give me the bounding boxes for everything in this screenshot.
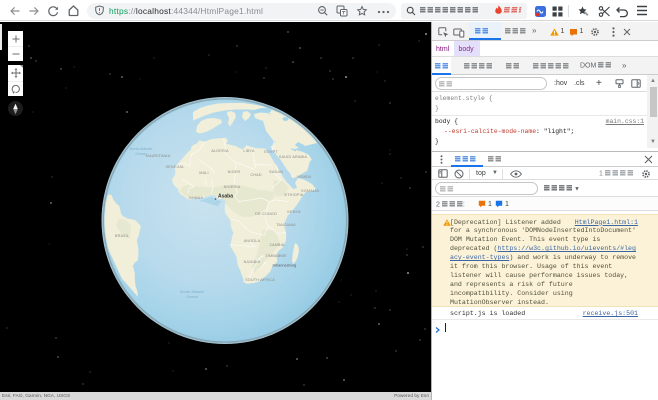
svg-text:MALI: MALI — [199, 171, 208, 175]
svg-text:Ocean: Ocean — [186, 294, 199, 299]
svg-text:ANGOLA: ANGOLA — [244, 239, 261, 243]
svg-text:North Atlantic: North Atlantic — [130, 147, 153, 151]
svg-text:TANZANIA: TANZANIA — [276, 223, 296, 227]
svg-text:MAURITANIA: MAURITANIA — [146, 154, 171, 158]
svg-text:Ocean: Ocean — [135, 152, 146, 156]
svg-text:SENEGAL: SENEGAL — [166, 165, 185, 169]
svg-text:SAUDI ARABIA: SAUDI ARABIA — [279, 155, 307, 159]
svg-text:BRAZIL: BRAZIL — [115, 234, 129, 238]
svg-text:SOUTH AFRICA: SOUTH AFRICA — [245, 278, 275, 282]
svg-text:EGYPT: EGYPT — [264, 150, 278, 154]
svg-text:SOMALIA: SOMALIA — [301, 189, 319, 193]
svg-text:LIBYA: LIBYA — [243, 149, 255, 153]
svg-text:NIGERIA: NIGERIA — [224, 185, 241, 189]
svg-text:NAMIBIA: NAMIBIA — [244, 260, 261, 264]
svg-text:ZAMBIA: ZAMBIA — [269, 243, 284, 247]
svg-text:Johannesburg: Johannesburg — [272, 264, 296, 268]
svg-text:NIGER: NIGER — [228, 170, 241, 174]
svg-text:ETHIOPIA: ETHIOPIA — [285, 193, 304, 197]
svg-text:GHANA: GHANA — [189, 196, 204, 200]
svg-text:SUDAN: SUDAN — [269, 170, 283, 174]
svg-text:CHAD: CHAD — [250, 173, 261, 177]
svg-text:DR CONGO: DR CONGO — [255, 212, 277, 216]
svg-text:ZIMBABWE: ZIMBABWE — [265, 254, 287, 258]
svg-text:KENYA: KENYA — [287, 210, 301, 214]
svg-text:YEMEN: YEMEN — [297, 175, 311, 179]
svg-text:Asaba: Asaba — [218, 194, 233, 200]
svg-text:ALGERIA: ALGERIA — [211, 149, 229, 153]
